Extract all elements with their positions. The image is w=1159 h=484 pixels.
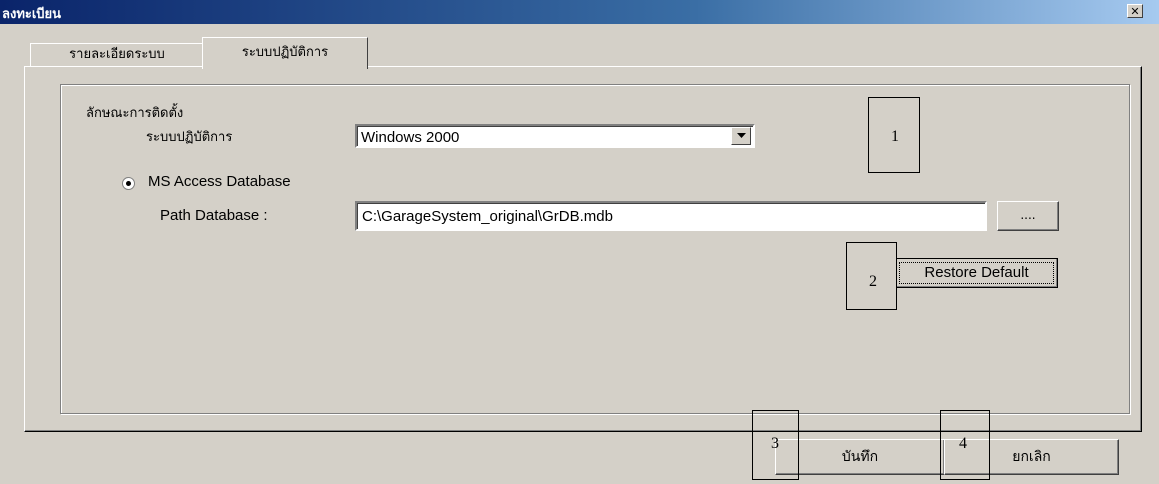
annotation-marker-1: 1 [868, 97, 920, 173]
annotation-marker-2: 2 [846, 242, 897, 310]
os-select-value: Windows 2000 [361, 129, 460, 146]
chevron-down-icon [736, 133, 746, 138]
browse-button[interactable]: .... [997, 201, 1059, 231]
path-database-input[interactable] [355, 201, 987, 231]
save-button[interactable]: บันทึก [775, 439, 945, 475]
dropdown-button[interactable] [731, 127, 751, 145]
close-button[interactable]: ✕ [1127, 4, 1143, 18]
group-title: ลักษณะการติดตั้ง [86, 106, 184, 121]
tab-operating-system[interactable]: ระบบปฏิบัติการ [202, 37, 368, 69]
annotation-marker-3: 3 [752, 410, 799, 480]
ms-access-radio-label[interactable]: MS Access Database [148, 173, 291, 190]
os-select[interactable]: Windows 2000 [355, 124, 755, 148]
registration-window: ลงทะเบียน ✕ รายละเอียดระบบ ระบบปฏิบัติกา… [0, 0, 1159, 484]
restore-default-button[interactable]: Restore Default [895, 258, 1058, 288]
radio-selected-dot [126, 181, 131, 186]
annotation-marker-4: 4 [940, 410, 990, 480]
tab-system-details[interactable]: รายละเอียดระบบ [30, 43, 204, 67]
path-database-label: Path Database : [160, 207, 268, 224]
os-label: ระบบปฏิบัติการ [146, 130, 233, 145]
title-bar[interactable]: ลงทะเบียน ✕ [0, 0, 1159, 24]
ms-access-radio[interactable] [122, 177, 135, 190]
restore-default-label: Restore Default [899, 262, 1054, 284]
close-icon: ✕ [1130, 5, 1140, 18]
window-title: ลงทะเบียน [2, 7, 62, 22]
